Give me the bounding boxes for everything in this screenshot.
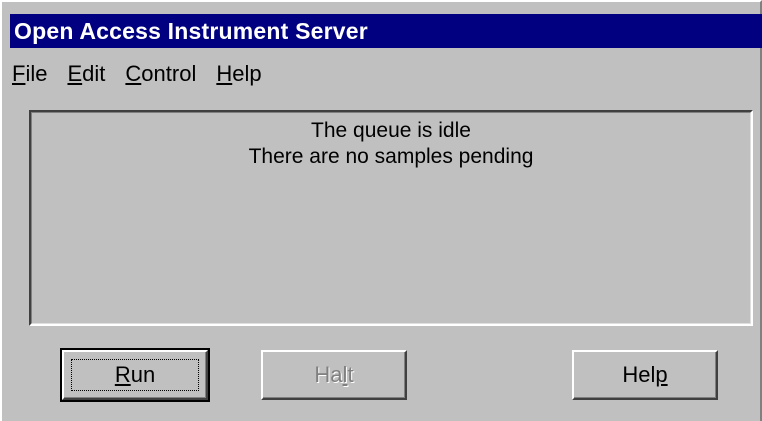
menu-file-label: ile — [25, 61, 48, 86]
menu-help-mnemonic: H — [216, 61, 233, 86]
menu-file-mnemonic: F — [12, 61, 26, 86]
menu-help-label: elp — [232, 61, 262, 86]
queue-idle-status: The queue is idle — [311, 119, 471, 142]
menu-help[interactable]: Help — [216, 61, 261, 87]
help-button[interactable]: Help — [572, 350, 718, 400]
menu-control[interactable]: Control — [125, 61, 196, 87]
samples-pending-status: There are no samples pending — [248, 145, 534, 168]
menu-edit-mnemonic: E — [67, 61, 83, 86]
run-button-mnemonic: R — [114, 362, 131, 387]
halt-button-text-post: t — [347, 362, 354, 387]
help-button-mnemonic: p — [655, 362, 668, 387]
menu-control-mnemonic: C — [125, 61, 142, 86]
halt-button-text-pre: Ha — [314, 362, 343, 387]
window-title: Open Access Instrument Server — [14, 17, 368, 44]
menu-bar: File Edit Control Help — [12, 58, 282, 90]
run-button-label: Run — [115, 362, 155, 388]
title-bar[interactable]: Open Access Instrument Server — [10, 14, 762, 48]
queue-status-panel-inner: The queue is idle There are no samples p… — [31, 112, 751, 324]
run-button[interactable]: Run — [60, 348, 210, 402]
menu-edit[interactable]: Edit — [67, 61, 105, 87]
app-window: Open Access Instrument Server File Edit … — [0, 0, 762, 421]
menu-control-label: ontrol — [141, 61, 197, 86]
help-button-text-pre: Hel — [622, 362, 656, 387]
halt-button-label: Halt — [314, 362, 353, 388]
menu-file[interactable]: File — [12, 61, 47, 87]
menu-edit-label: dit — [82, 61, 106, 86]
halt-button[interactable]: Halt — [261, 350, 407, 400]
queue-status-panel: The queue is idle There are no samples p… — [29, 110, 753, 326]
run-button-text: un — [130, 362, 156, 387]
help-button-label: Help — [622, 362, 667, 388]
